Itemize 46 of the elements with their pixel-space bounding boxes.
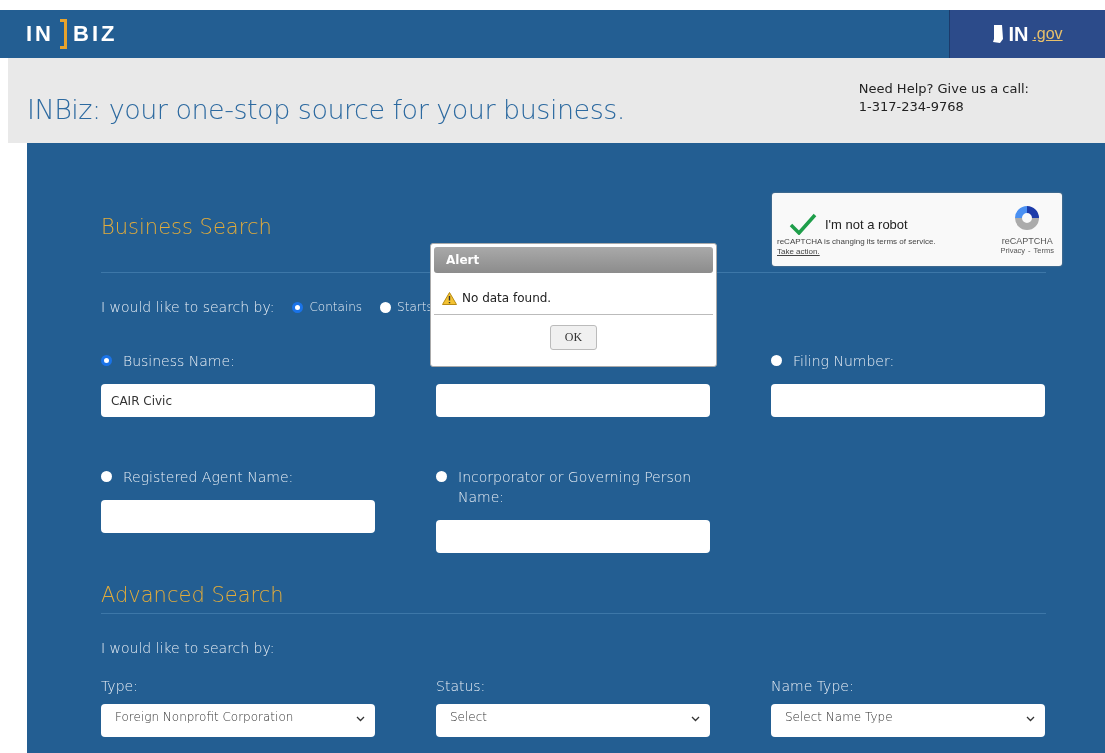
checkmark-icon[interactable] xyxy=(789,213,817,235)
tagline: INBiz: your one-stop source for your business. xyxy=(27,94,625,125)
alert-message: No data found. xyxy=(462,291,552,305)
radio-button[interactable] xyxy=(101,471,112,482)
field-label[interactable]: Incorporator or Governing Person Name: xyxy=(458,467,710,507)
bracket-icon xyxy=(60,19,67,49)
ok-button[interactable]: OK xyxy=(549,325,598,350)
dropdown[interactable]: Select Name Type xyxy=(771,704,1045,737)
captcha-label: I'm not a robot xyxy=(825,216,908,232)
radio-button[interactable] xyxy=(292,301,304,313)
search-by-label: I would like to search by: xyxy=(101,299,275,315)
field-label[interactable]: Business Name: xyxy=(123,351,235,371)
logo-text: IN xyxy=(26,21,54,47)
radio-button[interactable] xyxy=(436,471,447,482)
gov-logo-text[interactable]: .gov xyxy=(1032,25,1063,43)
warning-icon xyxy=(442,291,457,305)
text-input[interactable]: CAIR Civic xyxy=(101,384,375,417)
text-input[interactable] xyxy=(771,384,1045,417)
field-label: Status: xyxy=(436,678,487,694)
section-title: Advanced Search xyxy=(101,583,285,607)
radio-button[interactable] xyxy=(101,355,112,366)
chevron-down-icon xyxy=(1026,716,1035,722)
logo-text: BIZ xyxy=(73,21,118,47)
text-input[interactable] xyxy=(101,500,375,533)
text-input[interactable] xyxy=(436,384,710,417)
radio-label[interactable]: Contains xyxy=(309,300,363,314)
help-text: Need Help? Give us a call: xyxy=(858,80,1029,98)
recaptcha-brand: reCAPTCHA xyxy=(1001,236,1053,246)
chevron-down-icon xyxy=(356,716,365,722)
field-label[interactable]: Registered Agent Name: xyxy=(123,467,294,487)
take-action-link[interactable]: Take action. xyxy=(777,247,820,256)
dialog-title: Alert xyxy=(434,247,713,273)
field-label: Name Type: xyxy=(771,678,855,694)
search-by-label: I would like to search by: xyxy=(101,640,276,656)
section-title: Business Search xyxy=(101,215,272,239)
field-label: Type: xyxy=(101,678,139,694)
radio-button[interactable] xyxy=(380,301,392,313)
dropdown[interactable]: Foreign Nonprofit Corporation xyxy=(101,704,375,737)
phone-number: 1-317-234-9768 xyxy=(858,98,965,116)
chevron-down-icon xyxy=(691,716,700,722)
text-input[interactable] xyxy=(436,520,710,553)
dropdown[interactable]: Select xyxy=(436,704,710,737)
radio-button[interactable] xyxy=(771,355,782,366)
captcha-notice: reCAPTCHA is changing its terms of service. xyxy=(777,237,937,246)
field-label[interactable]: Filing Number: xyxy=(793,351,895,371)
gov-logo-text[interactable]: IN xyxy=(1008,22,1029,46)
